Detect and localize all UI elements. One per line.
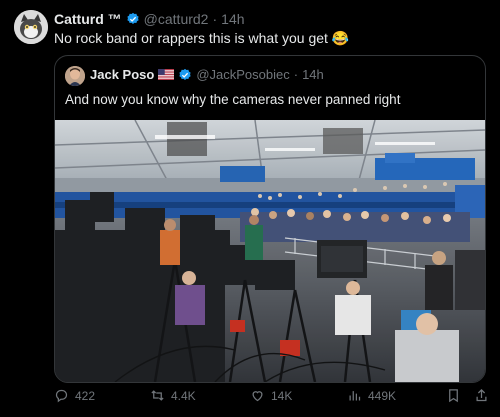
bookmark-button[interactable] (446, 388, 461, 403)
views-count: 449K (368, 388, 397, 403)
separator: · (212, 11, 218, 27)
share-icon (476, 388, 487, 402)
like-button[interactable]: 14K (250, 388, 292, 403)
reply-count: 422 (75, 388, 96, 403)
heart-icon (252, 391, 263, 402)
quoted-tweet-text: And now you know why the cameras never p… (65, 92, 401, 107)
quoted-timestamp[interactable]: 14h (302, 67, 324, 82)
bookmark-icon (449, 389, 458, 403)
tweet-text: No rock band or rappers this is what you… (54, 30, 350, 46)
quoted-tweet-card[interactable]: Jack Poso @JackPosobiec · 14h And now yo… (54, 55, 486, 383)
display-name[interactable]: Catturd ™ (54, 11, 122, 27)
quoted-avatar[interactable] (65, 66, 85, 86)
analytics-icon (349, 391, 361, 401)
handle[interactable]: @catturd2 (144, 11, 209, 27)
share-button[interactable] (474, 388, 489, 403)
tweet-header: Catturd ™ @catturd2 · 14h (54, 10, 245, 28)
verified-badge-icon (127, 12, 139, 24)
like-count: 14K (271, 388, 293, 403)
avatar[interactable] (14, 10, 48, 44)
quoted-display-name[interactable]: Jack Poso (90, 67, 154, 82)
repost-icon (151, 390, 164, 401)
separator: · (293, 67, 299, 82)
us-flag-icon (158, 69, 175, 80)
views-button[interactable]: 449K (347, 388, 396, 403)
press-area-photo[interactable] (55, 120, 485, 382)
timestamp[interactable]: 14h (221, 11, 244, 27)
quoted-handle[interactable]: @JackPosobiec (196, 67, 289, 82)
repost-count: 4.4K (171, 388, 196, 403)
reply-icon (55, 389, 68, 403)
verified-badge-icon (179, 68, 191, 80)
quoted-header: Jack Poso @JackPosobiec · 14h (90, 67, 324, 82)
repost-button[interactable]: 4.4K (150, 388, 196, 403)
action-bar: 422 4.4K 14K 449K (0, 388, 500, 410)
reply-button[interactable]: 422 (54, 388, 95, 403)
